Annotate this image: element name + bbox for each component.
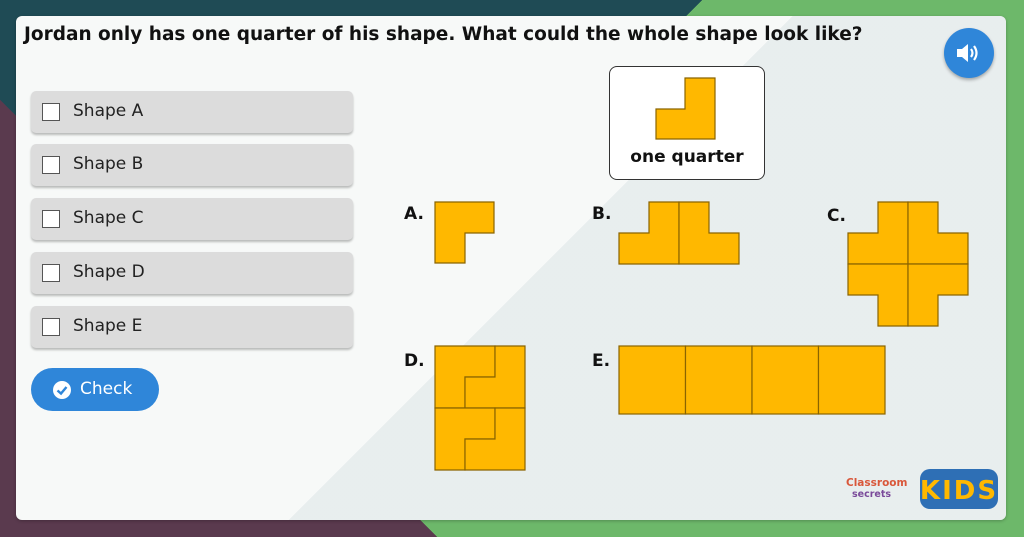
shape-e — [618, 345, 886, 415]
option-shape-d[interactable]: Shape D — [31, 252, 353, 294]
option-label: Shape A — [73, 101, 144, 121]
logo-kids: KIDS — [920, 476, 998, 506]
checkbox[interactable] — [42, 156, 60, 174]
question-card: Jordan only has one quarter of his shape… — [16, 16, 1006, 520]
quarter-shape — [655, 77, 716, 140]
shape-e-letter: E. — [592, 351, 611, 371]
option-label: Shape C — [73, 208, 144, 228]
option-label: Shape B — [73, 154, 144, 174]
classroom-secrets-kids-logo: Classroom secrets KIDS — [846, 469, 998, 509]
option-shape-a[interactable]: Shape A — [31, 91, 353, 133]
shape-c-letter: C. — [827, 206, 846, 226]
logo-brand-bottom: secrets — [852, 489, 891, 500]
checkbox[interactable] — [42, 103, 60, 121]
checkbox[interactable] — [42, 210, 60, 228]
option-label: Shape D — [73, 262, 145, 282]
shape-a — [434, 201, 495, 264]
checkbox[interactable] — [42, 264, 60, 282]
option-label: Shape E — [73, 316, 143, 336]
shape-b-letter: B. — [592, 204, 612, 224]
shape-d-letter: D. — [404, 351, 425, 371]
checkbox[interactable] — [42, 318, 60, 336]
option-shape-b[interactable]: Shape B — [31, 144, 353, 186]
option-shape-c[interactable]: Shape C — [31, 198, 353, 240]
logo-brand-top: Classroom — [846, 477, 907, 489]
shape-b — [618, 201, 740, 265]
option-shape-e[interactable]: Shape E — [31, 306, 353, 348]
check-button[interactable]: Check — [31, 368, 159, 411]
audio-button[interactable] — [944, 28, 994, 78]
speaker-icon — [957, 44, 978, 62]
one-quarter-panel: one quarter — [609, 66, 765, 180]
one-quarter-label: one quarter — [630, 147, 744, 167]
question-text: Jordan only has one quarter of his shape… — [24, 24, 863, 45]
checkmark-circle-icon — [53, 381, 71, 399]
shape-d — [434, 345, 526, 471]
shape-c — [847, 201, 969, 327]
check-label: Check — [80, 379, 133, 399]
shape-a-letter: A. — [404, 204, 424, 224]
